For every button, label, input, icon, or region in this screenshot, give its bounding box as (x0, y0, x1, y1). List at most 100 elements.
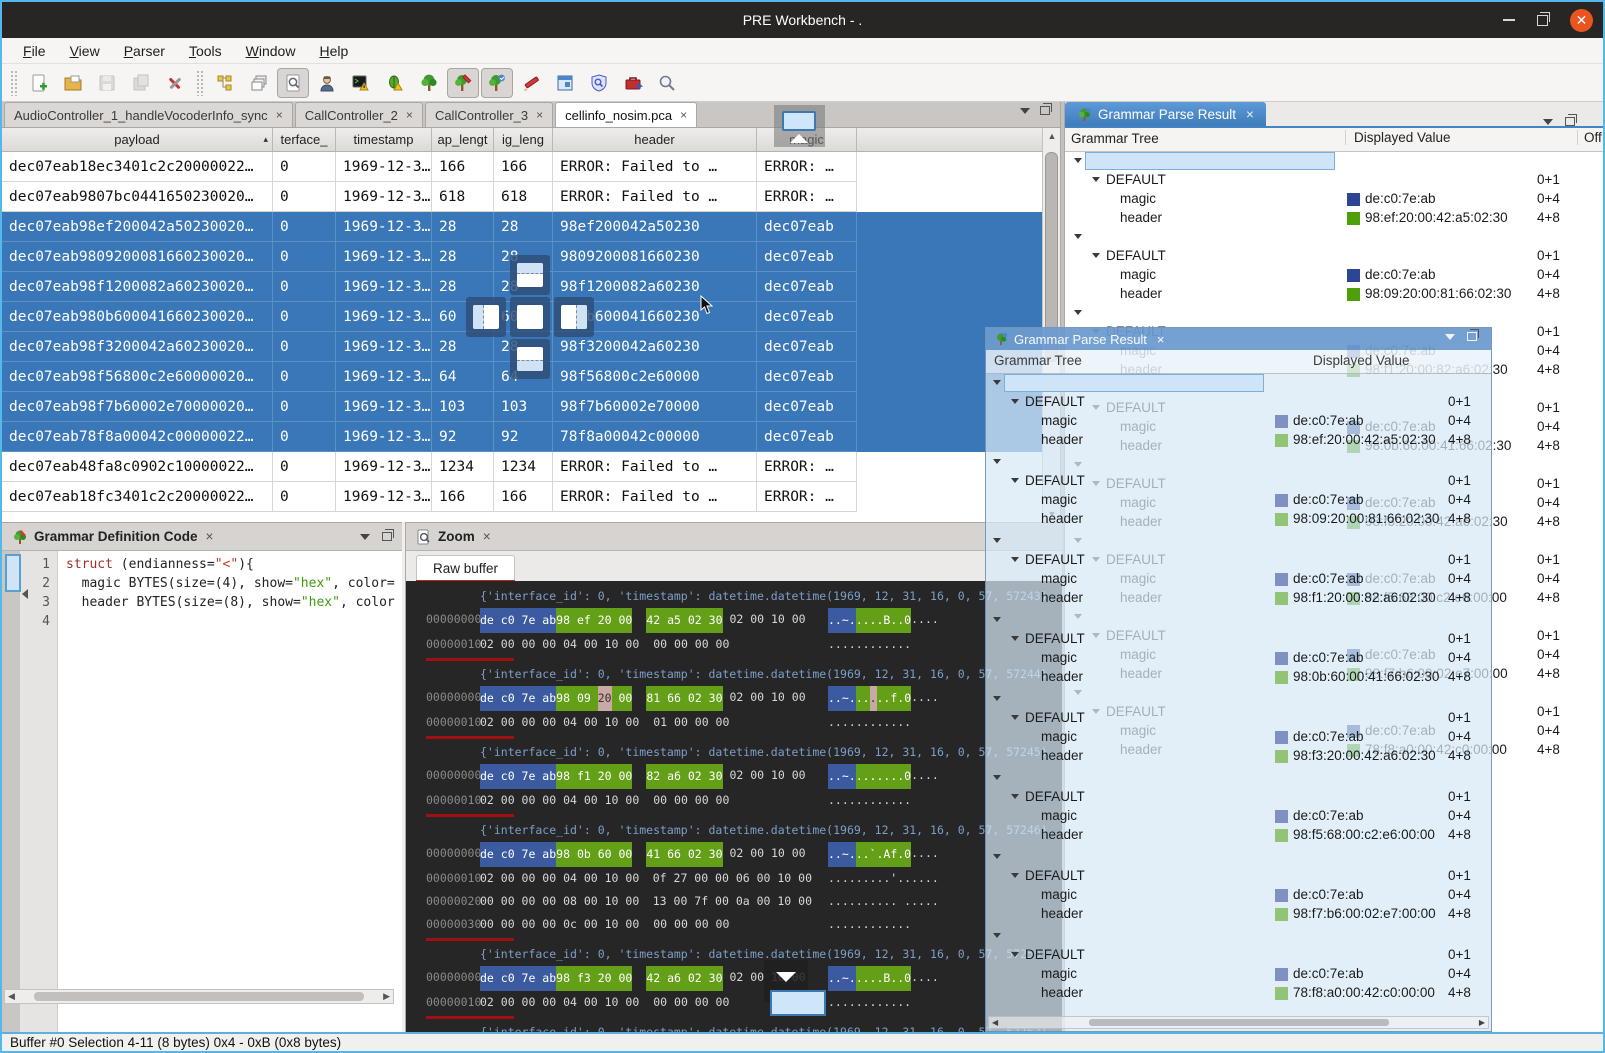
chevron-down-icon[interactable] (993, 775, 1001, 780)
tab-audiocontroller-1-handlevocoderinfo-sync[interactable]: AudioController_1_handleVocoderInfo_sync… (4, 102, 293, 127)
tree-header-row[interactable]: header98:f3:20:00:42:a6:02:304+8 (986, 747, 1491, 766)
user-button[interactable] (311, 68, 343, 98)
tree-magic-row[interactable]: magicde:c0:7e:ab0+4 (986, 649, 1491, 668)
tree-header-row[interactable]: header98:f5:68:00:c2:e6:00:004+8 (986, 826, 1491, 845)
save-button[interactable] (91, 68, 123, 98)
menu-view[interactable]: View (59, 40, 111, 62)
tree-magic-row[interactable]: magicde:c0:7e:ab0+4 (986, 728, 1491, 747)
tree-root-row[interactable] (986, 848, 1491, 867)
minimize-button[interactable] (1503, 19, 1515, 21)
hex-line[interactable]: 0000001002 00 00 00 04 00 10 000f 27 00 … (406, 867, 1062, 890)
chevron-down-icon[interactable] (1011, 952, 1019, 957)
tree-root-row[interactable] (1065, 228, 1603, 247)
tree-magic-row[interactable]: magicde:c0:7e:ab0+4 (986, 807, 1491, 826)
tree-root-row[interactable] (1065, 304, 1603, 323)
chevron-down-icon[interactable] (993, 459, 1001, 464)
panel-menu-chevron-icon[interactable] (360, 534, 370, 540)
chevron-down-icon[interactable] (993, 933, 1001, 938)
tab-raw-buffer[interactable]: Raw buffer (416, 555, 515, 581)
float-panel-icon[interactable] (382, 532, 392, 541)
tree-root-row[interactable] (1065, 152, 1603, 171)
table-row[interactable]: dec07eab48fa8c0902c10000022…01969-12-3…1… (2, 452, 1042, 482)
tree-header-row[interactable]: header98:ef:20:00:42:a5:02:304+8 (986, 431, 1491, 450)
close-panel-icon[interactable]: × (1157, 332, 1165, 347)
code-editor[interactable]: struct (endianness="<"){ magic BYTES(siz… (58, 551, 402, 1032)
scrollbar-thumb[interactable] (34, 992, 364, 1001)
menu-window[interactable]: Window (235, 40, 307, 62)
tree-header-row[interactable]: header98:f7:b6:00:02:e7:00:004+8 (986, 905, 1491, 924)
table-row[interactable]: dec07eab18fc3401c2c20000022…01969-12-3…1… (2, 482, 1042, 512)
tab-callcontroller-2[interactable]: CallController_2× (295, 102, 423, 127)
menu-parser[interactable]: Parser (113, 40, 176, 62)
close-panel-icon[interactable]: × (483, 529, 491, 544)
tree-magic-row[interactable]: magicde:c0:7e:ab0+4 (986, 965, 1491, 984)
tree-struct-row[interactable]: DEFAULT0+1 (986, 551, 1491, 570)
window-layout-button[interactable] (549, 68, 581, 98)
open-folder-button[interactable] (57, 68, 89, 98)
toolbar-drag-handle[interactable] (196, 70, 204, 96)
table-row[interactable]: dec07eab98f7b60002e70000020…01969-12-3…1… (2, 392, 1042, 422)
scroll-left-icon[interactable]: ◀ (992, 1018, 998, 1027)
column-displayed-value[interactable]: Displayed Value (1345, 130, 1451, 145)
tree-column-headers[interactable]: Grammar Tree Displayed Value Off (1065, 128, 1603, 152)
chevron-down-icon[interactable] (1011, 715, 1019, 720)
debug-bug-button[interactable] (379, 68, 411, 98)
float-panel-icon[interactable] (1565, 117, 1575, 126)
chevron-down-icon[interactable] (1011, 794, 1019, 799)
grammar-parse-button[interactable] (481, 68, 513, 98)
search-button[interactable] (651, 68, 683, 98)
table-row[interactable]: dec07eab78f8a00042c00000022…01969-12-3…9… (2, 422, 1042, 452)
menu-help[interactable]: Help (308, 40, 359, 62)
tree-root-row[interactable] (986, 532, 1491, 551)
column-offset[interactable]: Off (1577, 130, 1602, 145)
scroll-right-icon[interactable]: ▶ (383, 991, 390, 1002)
table-row[interactable]: dec07eab9807bc0441650230020…01969-12-3…6… (2, 182, 1042, 212)
column-header-timestamp[interactable]: timestamp (336, 128, 432, 151)
tree-magic-row[interactable]: magicde:c0:7e:ab0+4 (986, 491, 1491, 510)
hex-line[interactable]: 0000001002 00 00 00 04 00 10 0000 00 00 … (406, 789, 1062, 812)
restore-button[interactable] (1537, 15, 1548, 26)
terminal-warning-button[interactable] (345, 68, 377, 98)
tab-zoom[interactable]: Zoom × (406, 523, 501, 551)
zoom-document-button[interactable] (277, 68, 309, 98)
chevron-down-icon[interactable] (993, 696, 1001, 701)
tree-header-row[interactable]: header98:ef:20:00:42:a5:02:304+8 (1065, 209, 1603, 228)
close-tab-icon[interactable]: × (536, 108, 543, 122)
column-header-payload[interactable]: payload▴ (2, 128, 273, 151)
table-row[interactable]: dec07eab18ec3401c2c20000022…01969-12-3…1… (2, 152, 1042, 182)
scroll-left-icon[interactable]: ◀ (8, 991, 15, 1002)
project-tree-button[interactable] (209, 68, 241, 98)
chevron-down-icon[interactable] (993, 854, 1001, 859)
column-header-header[interactable]: header (553, 128, 757, 151)
hex-line[interactable]: 00000000de c0 7e ab98 09 20 0081 66 02 3… (406, 686, 1062, 711)
tree-header-row[interactable]: header98:09:20:00:81:66:02:304+8 (986, 510, 1491, 529)
chevron-down-icon[interactable] (1074, 310, 1082, 315)
menu-file[interactable]: File (12, 40, 57, 62)
tree-root-row[interactable] (986, 690, 1491, 709)
chevron-down-icon[interactable] (993, 380, 1001, 385)
hex-line[interactable]: 0000003000 00 00 00 0c 00 10 0000 00 00 … (406, 913, 1062, 936)
chevron-down-icon[interactable] (1092, 253, 1100, 258)
chevron-down-icon[interactable] (1011, 636, 1019, 641)
tree-struct-row[interactable]: DEFAULT0+1 (986, 472, 1491, 491)
close-tab-icon[interactable]: × (276, 108, 283, 122)
tab-cellinfo-nosim-pca[interactable]: cellinfo_nosim.pca× (555, 102, 697, 127)
tree-struct-row[interactable]: DEFAULT0+1 (986, 630, 1491, 649)
tree-magic-row[interactable]: magicde:c0:7e:ab0+4 (986, 570, 1491, 589)
new-file-button[interactable] (23, 68, 55, 98)
save-all-button[interactable] (125, 68, 157, 98)
hex-line[interactable]: 0000001002 00 00 00 04 00 10 0000 00 00 … (406, 633, 1062, 656)
tree-struct-row[interactable]: DEFAULT0+1 (1065, 247, 1603, 266)
tab-grammar-definition-code[interactable]: Grammar Definition Code × (2, 523, 223, 551)
detach-panel-icon[interactable] (1040, 106, 1050, 115)
panel-menu-chevron-icon[interactable] (1543, 119, 1553, 125)
tree-root-row[interactable] (986, 611, 1491, 630)
ghost-horizontal-scrollbar[interactable]: ◀ ▶ (988, 1016, 1489, 1029)
code-horizontal-scrollbar[interactable]: ◀ ▶ (4, 989, 394, 1004)
table-row[interactable]: dec07eab98ef200042a50230020…01969-12-3…2… (2, 212, 1042, 242)
hex-line[interactable]: 00000000de c0 7e ab98 f3 20 0042 a6 02 3… (406, 966, 1062, 991)
tree-header-row[interactable]: header98:f1:20:00:82:a6:02:304+8 (986, 589, 1491, 608)
tree-magic-row[interactable]: magicde:c0:7e:ab0+4 (986, 412, 1491, 431)
column-header-igleng[interactable]: ig_leng (494, 128, 553, 151)
marker-pen-button[interactable] (515, 68, 547, 98)
